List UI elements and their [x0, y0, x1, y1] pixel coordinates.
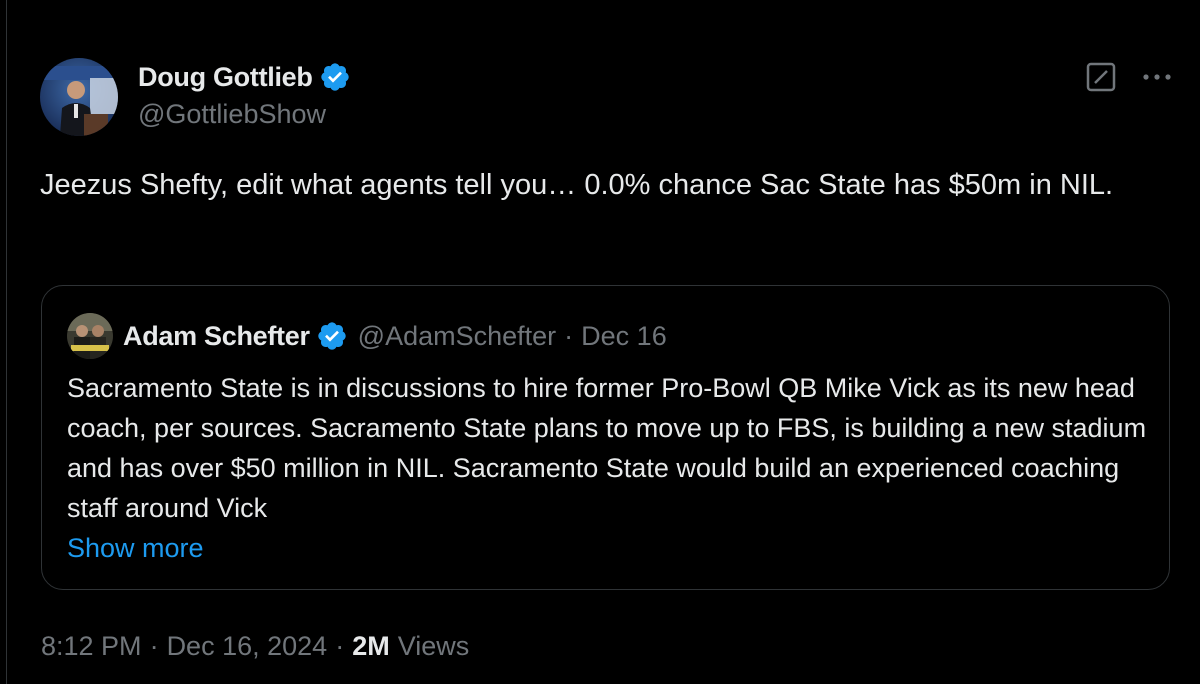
verified-badge-icon[interactable] [319, 61, 351, 93]
quoted-tweet[interactable]: Adam Schefter @AdamSchefter · Dec 16 Sac… [41, 285, 1170, 590]
tweet: Doug Gottlieb @GottliebShow Jeezus Sheft… [40, 55, 1175, 205]
quote-date[interactable]: Dec 16 [581, 321, 667, 352]
tweet-header: Doug Gottlieb @GottliebShow [40, 55, 1175, 136]
tweet-top-actions [1085, 61, 1175, 93]
meta-separator-2: · [335, 630, 345, 661]
quote-text: Sacramento State is in discussions to hi… [67, 373, 1147, 523]
tweet-time[interactable]: 8:12 PM [41, 631, 142, 662]
author-display-name[interactable]: Doug Gottlieb [138, 62, 313, 93]
tweet-text: Jeezus Shefty, edit what agents tell you… [40, 169, 1114, 201]
quote-author-avatar[interactable] [67, 313, 113, 359]
meta-separator-1: · [149, 630, 159, 661]
quote-avatar-image [67, 313, 113, 359]
author-names: Doug Gottlieb @GottliebShow [138, 59, 351, 130]
show-more-link[interactable]: Show more [67, 528, 204, 568]
display-name-row: Doug Gottlieb [138, 59, 351, 95]
grok-icon[interactable] [1085, 61, 1117, 93]
author-avatar[interactable] [40, 58, 118, 136]
tweet-date[interactable]: Dec 16, 2024 [167, 631, 328, 662]
more-options-icon[interactable] [1139, 61, 1175, 93]
views-count[interactable]: 2M [352, 631, 390, 662]
author-handle[interactable]: @GottliebShow [138, 99, 351, 130]
avatar-image [40, 58, 118, 136]
quote-author-handle[interactable]: @AdamSchefter [358, 321, 557, 352]
timeline-border [6, 0, 7, 684]
quote-header: Adam Schefter @AdamSchefter · Dec 16 [67, 313, 667, 359]
quote-verified-badge-icon[interactable] [316, 320, 348, 352]
tweet-meta: 8:12 PM · Dec 16, 2024 · 2M Views [41, 626, 469, 666]
quote-author-display-name[interactable]: Adam Schefter [123, 321, 310, 352]
quote-separator: · [564, 320, 574, 351]
views-label[interactable]: Views [398, 631, 470, 662]
